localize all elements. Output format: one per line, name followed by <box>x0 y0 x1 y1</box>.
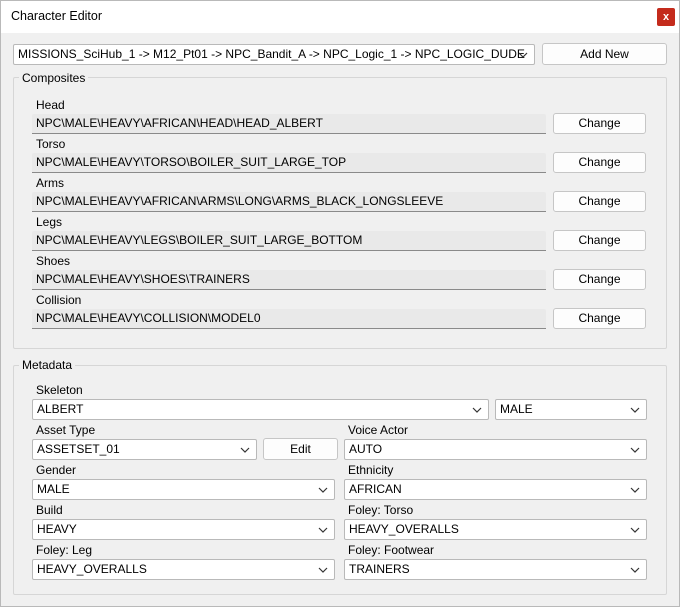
change-shoes-button[interactable]: Change <box>553 269 646 290</box>
change-torso-button[interactable]: Change <box>553 152 646 173</box>
change-legs-button[interactable]: Change <box>553 230 646 251</box>
asset-type-label: Asset Type <box>36 423 96 437</box>
chevron-down-icon <box>318 520 328 539</box>
foley-torso-select[interactable]: HEAVY_OVERALLS <box>344 519 647 540</box>
legs-label: Legs <box>36 215 63 229</box>
torso-label: Torso <box>36 137 66 151</box>
close-button[interactable]: x <box>657 8 675 26</box>
voice-actor-value: AUTO <box>349 442 383 456</box>
path-select[interactable]: MISSIONS_SciHub_1 -> M12_Pt01 -> NPC_Ban… <box>13 44 535 65</box>
skeleton-select-value: ALBERT <box>37 402 84 416</box>
skeleton-sex-select[interactable]: MALE <box>495 399 647 420</box>
window-title: Character Editor <box>11 9 103 23</box>
chevron-down-icon <box>630 440 640 459</box>
voice-actor-select[interactable]: AUTO <box>344 439 647 460</box>
foley-footwear-value: TRAINERS <box>349 562 410 576</box>
change-arms-button[interactable]: Change <box>553 191 646 212</box>
title-bar[interactable]: Character Editor x <box>1 1 679 33</box>
ethnicity-label: Ethnicity <box>348 463 394 477</box>
foley-leg-select[interactable]: HEAVY_OVERALLS <box>32 559 335 580</box>
skeleton-select[interactable]: ALBERT <box>32 399 489 420</box>
arms-path-field: NPC\MALE\HEAVY\AFRICAN\ARMS\LONG\ARMS_BL… <box>32 192 546 212</box>
asset-type-value: ASSETSET_01 <box>37 442 120 456</box>
edit-asset-type-button[interactable]: Edit <box>263 438 338 460</box>
collision-path-field: NPC\MALE\HEAVY\COLLISION\MODEL0 <box>32 309 546 329</box>
build-value: HEAVY <box>37 522 77 536</box>
chevron-down-icon <box>630 560 640 579</box>
change-collision-button[interactable]: Change <box>553 308 646 329</box>
ethnicity-value: AFRICAN <box>349 482 402 496</box>
gender-label: Gender <box>36 463 77 477</box>
foley-torso-label: Foley: Torso <box>348 503 414 517</box>
close-icon: x <box>662 11 670 23</box>
composites-group-title: Composites <box>19 71 89 85</box>
ethnicity-select[interactable]: AFRICAN <box>344 479 647 500</box>
foley-footwear-label: Foley: Footwear <box>348 543 435 557</box>
character-editor-window: Character Editor x MISSIONS_SciHub_1 -> … <box>0 0 680 607</box>
asset-type-select[interactable]: ASSETSET_01 <box>32 439 257 460</box>
skeleton-sex-value: MALE <box>500 402 533 416</box>
chevron-down-icon <box>318 480 328 499</box>
shoes-label: Shoes <box>36 254 71 268</box>
chevron-down-icon <box>518 45 528 64</box>
chevron-down-icon <box>630 480 640 499</box>
metadata-group-title: Metadata <box>19 358 76 372</box>
shoes-path-field: NPC\MALE\HEAVY\SHOES\TRAINERS <box>32 270 546 290</box>
chevron-down-icon <box>318 560 328 579</box>
chevron-down-icon <box>240 440 250 459</box>
add-new-button[interactable]: Add New <box>542 43 667 65</box>
build-select[interactable]: HEAVY <box>32 519 335 540</box>
chevron-down-icon <box>630 520 640 539</box>
change-head-button[interactable]: Change <box>553 113 646 134</box>
arms-label: Arms <box>36 176 64 190</box>
foley-leg-value: HEAVY_OVERALLS <box>37 562 147 576</box>
voice-actor-label: Voice Actor <box>348 423 409 437</box>
legs-path-field: NPC\MALE\HEAVY\LEGS\BOILER_SUIT_LARGE_BO… <box>32 231 546 251</box>
path-select-value: MISSIONS_SciHub_1 -> M12_Pt01 -> NPC_Ban… <box>18 47 525 61</box>
collision-label: Collision <box>36 293 82 307</box>
head-label: Head <box>36 98 65 112</box>
gender-value: MALE <box>37 482 70 496</box>
chevron-down-icon <box>472 400 482 419</box>
foley-leg-label: Foley: Leg <box>36 543 93 557</box>
build-label: Build <box>36 503 63 517</box>
torso-path-field: NPC\MALE\HEAVY\TORSO\BOILER_SUIT_LARGE_T… <box>32 153 546 173</box>
chevron-down-icon <box>630 400 640 419</box>
gender-select[interactable]: MALE <box>32 479 335 500</box>
skeleton-label: Skeleton <box>36 383 83 397</box>
head-path-field: NPC\MALE\HEAVY\AFRICAN\HEAD\HEAD_ALBERT <box>32 114 546 134</box>
foley-torso-value: HEAVY_OVERALLS <box>349 522 459 536</box>
foley-footwear-select[interactable]: TRAINERS <box>344 559 647 580</box>
